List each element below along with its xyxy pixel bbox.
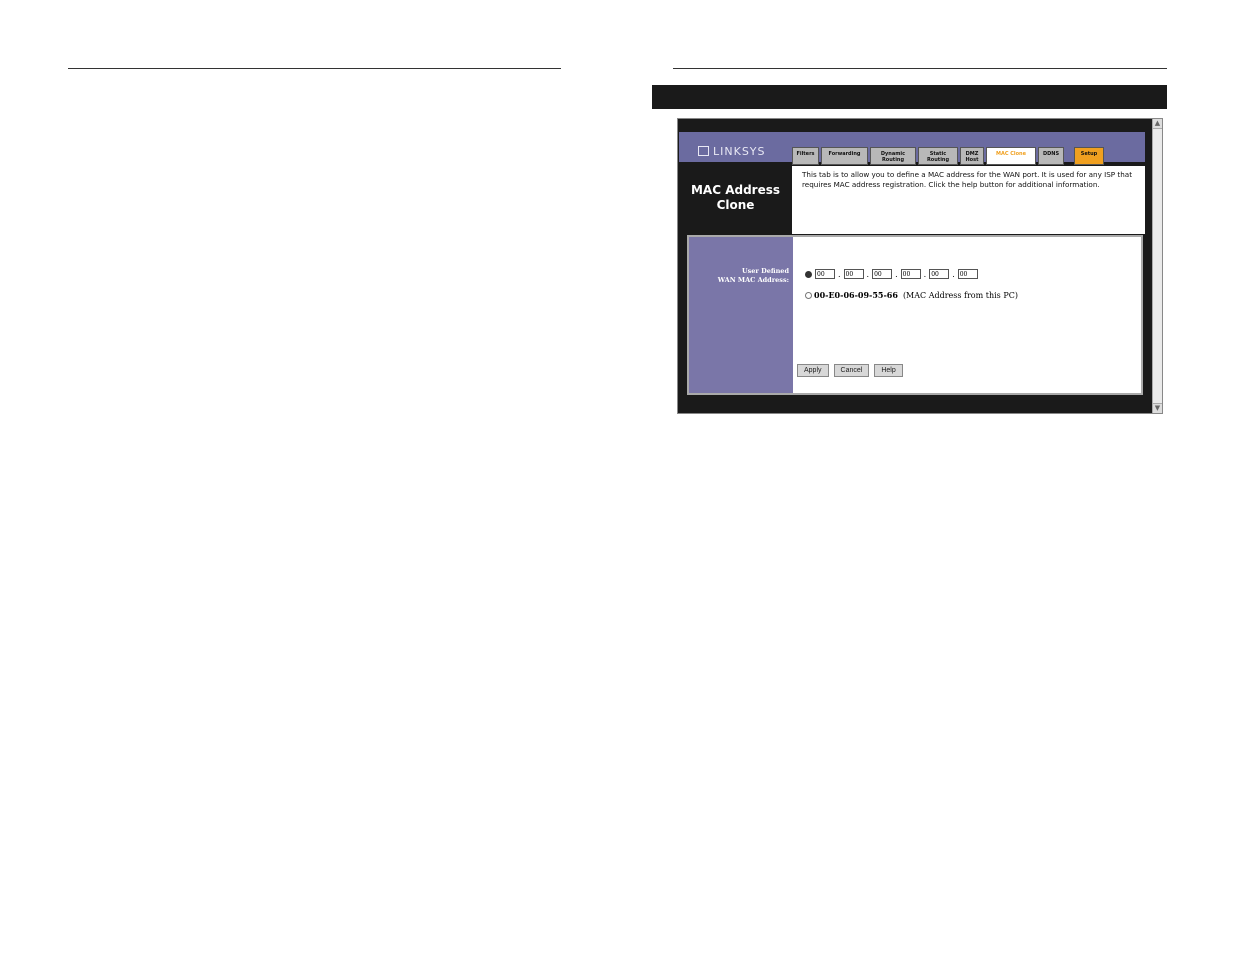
mac-field-4[interactable] bbox=[900, 269, 921, 279]
mac-field-2[interactable] bbox=[843, 269, 864, 279]
apply-button[interactable]: Apply bbox=[797, 364, 829, 377]
mac-clone-form: User Defined WAN MAC Address: . . . . . … bbox=[687, 235, 1143, 395]
tab-mac-clone[interactable]: MAC Clone bbox=[986, 147, 1036, 165]
form-side-panel: User Defined WAN MAC Address: bbox=[689, 237, 793, 393]
mac-field-1[interactable] bbox=[815, 269, 835, 279]
help-button[interactable]: Help bbox=[874, 364, 903, 377]
scroll-down-icon[interactable]: ▼ bbox=[1153, 403, 1162, 413]
logo-text: LINKSYS bbox=[713, 145, 766, 158]
mac-field-3[interactable] bbox=[872, 269, 893, 279]
form-buttons: Apply Cancel Help bbox=[797, 364, 903, 377]
user-defined-mac-radio[interactable] bbox=[805, 270, 812, 278]
vertical-scrollbar[interactable]: ▲ ▼ bbox=[1152, 119, 1162, 413]
mac-field-5[interactable] bbox=[929, 269, 950, 279]
tab-ddns[interactable]: DDNS bbox=[1038, 147, 1064, 165]
mac-field-6[interactable] bbox=[957, 269, 978, 279]
pc-mac-note: (MAC Address from this PC) bbox=[902, 290, 1018, 300]
tab-dmz-host[interactable]: DMZ Host bbox=[960, 147, 984, 165]
tab-filters[interactable]: Filters bbox=[792, 147, 819, 165]
user-defined-mac-row: . . . . . bbox=[805, 269, 979, 279]
right-page-rule bbox=[673, 68, 1167, 69]
wan-mac-label-line2: WAN MAC Address: bbox=[717, 276, 789, 284]
wan-mac-label: User Defined WAN MAC Address: bbox=[718, 267, 789, 285]
left-page-rule bbox=[68, 68, 561, 69]
pc-mac-radio[interactable] bbox=[805, 291, 812, 299]
scroll-up-icon[interactable]: ▲ bbox=[1153, 119, 1162, 129]
page-title: MAC Address Clone bbox=[679, 162, 792, 234]
linksys-logo: LINKSYS bbox=[698, 145, 766, 158]
tab-static-routing[interactable]: Static Routing bbox=[918, 147, 958, 165]
wan-mac-label-line1: User Defined bbox=[741, 267, 789, 275]
pc-mac-row: 00-E0-06-09-55-66 (MAC Address from this… bbox=[805, 290, 1018, 300]
router-config-window: LINKSYS Filters Forwarding Dynamic Routi… bbox=[677, 118, 1163, 414]
cancel-button[interactable]: Cancel bbox=[833, 364, 870, 377]
linksys-logo-icon bbox=[698, 146, 709, 156]
tab-forwarding[interactable]: Forwarding bbox=[821, 147, 868, 165]
tab-setup[interactable]: Setup bbox=[1074, 147, 1104, 165]
page-description: This tab is to allow you to define a MAC… bbox=[792, 166, 1145, 234]
page-title-line2: Clone bbox=[716, 198, 755, 212]
pc-mac-value: 00-E0-06-09-55-66 bbox=[814, 290, 898, 300]
page-title-line1: MAC Address bbox=[690, 183, 781, 197]
section-header-bar bbox=[652, 85, 1167, 109]
tab-dynamic-routing[interactable]: Dynamic Routing bbox=[870, 147, 916, 165]
tab-bar: Filters Forwarding Dynamic Routing Stati… bbox=[792, 147, 1104, 165]
